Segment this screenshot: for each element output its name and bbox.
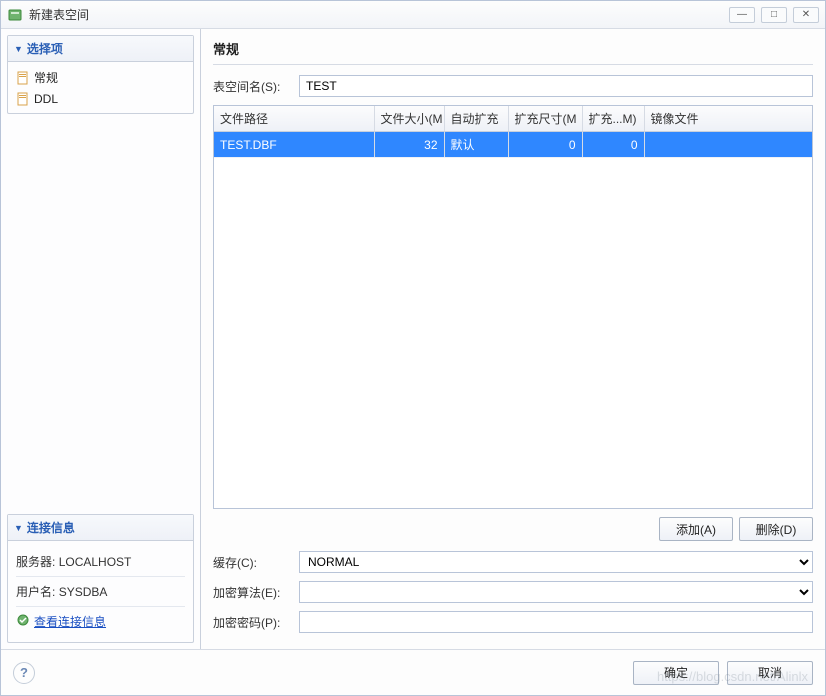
collapse-icon: ▼ (14, 44, 23, 54)
options-panel-header: ▼ 选择项 (8, 36, 193, 62)
sidebar-item-ddl[interactable]: DDL (12, 89, 189, 109)
app-icon (7, 7, 23, 23)
delete-button[interactable]: 删除(D) (739, 517, 813, 541)
col-auto[interactable]: 自动扩充 (444, 106, 508, 132)
titlebar: 新建表空间 — □ ✕ (1, 1, 825, 29)
server-label: 服务器: (16, 555, 55, 569)
view-connection-label: 查看连接信息 (34, 613, 106, 630)
cache-select[interactable]: NORMAL (299, 551, 813, 573)
cancel-button[interactable]: 取消 (727, 661, 813, 685)
cell-extmax: 0 (582, 132, 644, 158)
tablespace-name-input[interactable] (299, 75, 813, 97)
cell-auto: 默认 (444, 132, 508, 158)
window-title: 新建表空间 (29, 6, 729, 23)
encrypt-pwd-input[interactable] (299, 611, 813, 633)
encrypt-algo-select[interactable] (299, 581, 813, 603)
server-row: 服务器: LOCALHOST (16, 547, 185, 577)
server-value: LOCALHOST (59, 555, 132, 569)
table-row[interactable]: TEST.DBF 32 默认 0 0 (214, 132, 812, 158)
col-extmax[interactable]: 扩充...M) (582, 106, 644, 132)
cell-size: 32 (374, 132, 444, 158)
col-mirror[interactable]: 镜像文件 (644, 106, 812, 132)
link-icon (16, 613, 30, 630)
col-extsize[interactable]: 扩充尺寸(M (508, 106, 582, 132)
user-row: 用户名: SYSDBA (16, 577, 185, 607)
page-icon (16, 71, 30, 85)
ok-button[interactable]: 确定 (633, 661, 719, 685)
page-icon (16, 92, 30, 106)
minimize-button[interactable]: — (729, 7, 755, 23)
tablespace-name-label: 表空间名(S): (213, 78, 291, 95)
add-button[interactable]: 添加(A) (659, 517, 733, 541)
cache-label: 缓存(C): (213, 554, 291, 571)
user-label: 用户名: (16, 585, 55, 599)
collapse-icon: ▼ (14, 523, 23, 533)
page-title: 常规 (213, 39, 813, 65)
maximize-button[interactable]: □ (761, 7, 787, 23)
table-empty-area (214, 158, 812, 508)
sidebar-item-general[interactable]: 常规 (12, 66, 189, 89)
options-header-label: 选择项 (27, 40, 63, 57)
sidebar-item-label: 常规 (34, 69, 58, 86)
close-button[interactable]: ✕ (793, 7, 819, 23)
connection-header-label: 连接信息 (27, 519, 75, 536)
view-connection-link[interactable]: 查看连接信息 (16, 613, 106, 630)
encrypt-pwd-label: 加密密码(P): (213, 614, 291, 631)
cell-mirror (644, 132, 812, 158)
help-button[interactable]: ? (13, 662, 35, 684)
cell-extsize: 0 (508, 132, 582, 158)
col-size[interactable]: 文件大小(M (374, 106, 444, 132)
encrypt-algo-label: 加密算法(E): (213, 584, 291, 601)
sidebar-item-label: DDL (34, 92, 58, 106)
col-path[interactable]: 文件路径 (214, 106, 374, 132)
connection-panel-header: ▼ 连接信息 (8, 515, 193, 541)
datafile-table[interactable]: 文件路径 文件大小(M 自动扩充 扩充尺寸(M 扩充...M) 镜像文件 TES… (213, 105, 813, 509)
cell-path: TEST.DBF (214, 132, 374, 158)
user-value: SYSDBA (59, 585, 108, 599)
